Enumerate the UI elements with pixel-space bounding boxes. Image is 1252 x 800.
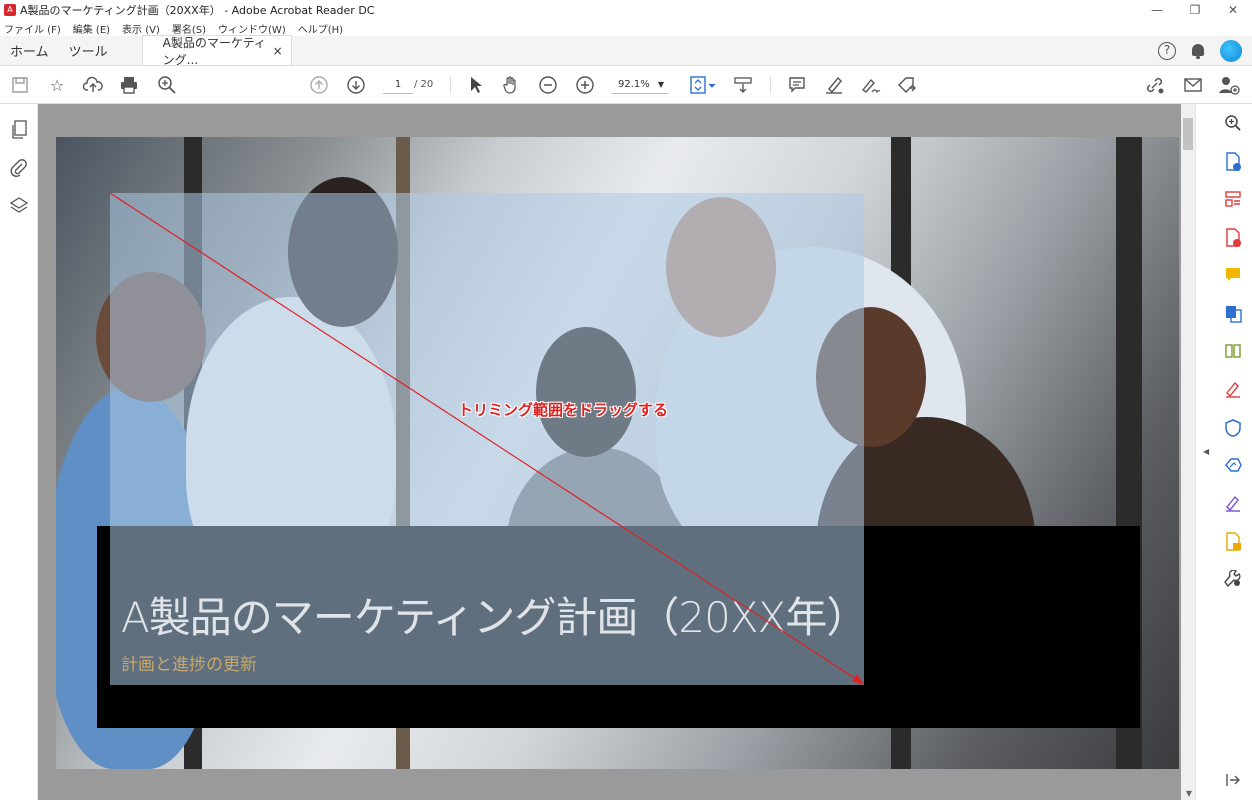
- collapse-panel-icon[interactable]: [1223, 772, 1243, 792]
- fill-sign-icon[interactable]: [1223, 380, 1243, 400]
- hand-tool-icon[interactable]: [500, 74, 522, 96]
- next-page-icon[interactable]: [345, 74, 367, 96]
- request-signature-icon[interactable]: [1223, 494, 1243, 514]
- bell-icon[interactable]: [1190, 42, 1206, 60]
- document-viewport[interactable]: A製品のマーケティング計画（20XX年） 計画と進捗の更新 トリミング範囲をドラ…: [38, 104, 1195, 800]
- zoom-level-select[interactable]: 92.1% ▼: [612, 76, 668, 94]
- menu-view[interactable]: 表示 (V): [122, 21, 160, 36]
- send-for-review-icon[interactable]: [1223, 532, 1243, 552]
- tab-home[interactable]: ホーム: [0, 35, 59, 65]
- divider: [770, 76, 771, 94]
- zoom-search-icon[interactable]: [1223, 114, 1243, 134]
- cloud-upload-icon[interactable]: [82, 74, 104, 96]
- left-nav-rail: [0, 104, 38, 800]
- pages-icon[interactable]: [9, 120, 29, 140]
- vertical-scrollbar[interactable]: ▼: [1181, 104, 1195, 800]
- page-total: / 20: [414, 79, 434, 90]
- organize-pages-icon[interactable]: [1223, 190, 1243, 210]
- stamp-share-icon[interactable]: [896, 74, 918, 96]
- scroll-thumb[interactable]: [1183, 118, 1193, 150]
- tab-tools[interactable]: ツール: [59, 35, 118, 65]
- zoom-out-icon[interactable]: [537, 74, 559, 96]
- drag-instruction-label: トリミング範囲をドラッグする: [458, 401, 669, 419]
- tab-bar: ホーム ツール A製品のマーケティング... × ?: [0, 35, 1252, 67]
- fit-page-icon[interactable]: [688, 74, 718, 96]
- sign-pen-icon[interactable]: [859, 74, 881, 96]
- more-tools-wrench-icon[interactable]: [1223, 569, 1243, 590]
- tab-document-label: A製品のマーケティング...: [162, 35, 266, 67]
- pdf-page[interactable]: A製品のマーケティング計画（20XX年） 計画と進捗の更新 トリミング範囲をドラ…: [56, 137, 1179, 769]
- close-button[interactable]: ✕: [1214, 0, 1252, 20]
- highlight-pen-icon[interactable]: [823, 74, 845, 96]
- page-title: A製品のマーケティング計画（20XX年）: [121, 593, 868, 642]
- attachment-icon[interactable]: [9, 158, 29, 178]
- comment-icon[interactable]: [786, 74, 808, 96]
- menu-help[interactable]: ヘルプ(H): [298, 21, 343, 36]
- zoom-in-icon[interactable]: [574, 74, 596, 96]
- comment-tool-icon[interactable]: [1223, 266, 1243, 286]
- protect-shield-icon[interactable]: [1223, 418, 1243, 438]
- create-pdf-icon[interactable]: [1223, 228, 1243, 248]
- page-subtitle: 計画と進捗の更新: [121, 655, 257, 675]
- star-icon[interactable]: ☆: [46, 74, 68, 96]
- zoom-search-icon[interactable]: [156, 74, 178, 96]
- avatar[interactable]: [1220, 40, 1242, 62]
- email-icon[interactable]: [1182, 74, 1204, 96]
- keyboard-scroll-icon[interactable]: [732, 74, 754, 96]
- window-title: A製品のマーケティング計画（20XX年） - Adobe Acrobat Rea…: [20, 4, 375, 17]
- chevron-down-icon: ▼: [657, 80, 664, 89]
- maximize-button[interactable]: ❐: [1176, 0, 1214, 20]
- help-icon[interactable]: ?: [1158, 42, 1176, 60]
- toolbar: ☆ 1 / 20 92.1% ▼: [0, 66, 1252, 104]
- select-cursor-icon[interactable]: [465, 74, 487, 96]
- right-panel-toggle-icon[interactable]: ◀: [1203, 447, 1209, 456]
- print-icon[interactable]: [118, 74, 140, 96]
- export-pdf-icon[interactable]: [1223, 152, 1243, 172]
- add-user-icon[interactable]: [1218, 74, 1240, 96]
- zoom-level-value: 92.1%: [618, 79, 650, 90]
- title-bar: A A製品のマーケティング計画（20XX年） - Adobe Acrobat R…: [0, 0, 1252, 20]
- right-tools-rail: ◀: [1195, 104, 1252, 800]
- minimize-button[interactable]: —: [1138, 0, 1176, 20]
- combine-files-icon[interactable]: [1223, 304, 1243, 324]
- scroll-down-icon[interactable]: ▼: [1186, 789, 1192, 798]
- page-number-input[interactable]: 1: [383, 76, 413, 94]
- layers-icon[interactable]: [9, 196, 29, 216]
- tab-document[interactable]: A製品のマーケティング... ×: [141, 35, 292, 67]
- edit-pdf-icon[interactable]: [1223, 456, 1243, 476]
- link-share-icon[interactable]: [1144, 74, 1166, 96]
- menu-edit[interactable]: 編集 (E): [73, 21, 110, 36]
- divider: [450, 76, 451, 94]
- menu-file[interactable]: ファイル (F): [4, 21, 61, 36]
- tab-close-button[interactable]: ×: [273, 44, 283, 58]
- save-icon[interactable]: [9, 74, 31, 96]
- compare-files-icon[interactable]: [1223, 342, 1243, 362]
- prev-page-icon[interactable]: [308, 74, 330, 96]
- acrobat-icon: A: [4, 4, 16, 16]
